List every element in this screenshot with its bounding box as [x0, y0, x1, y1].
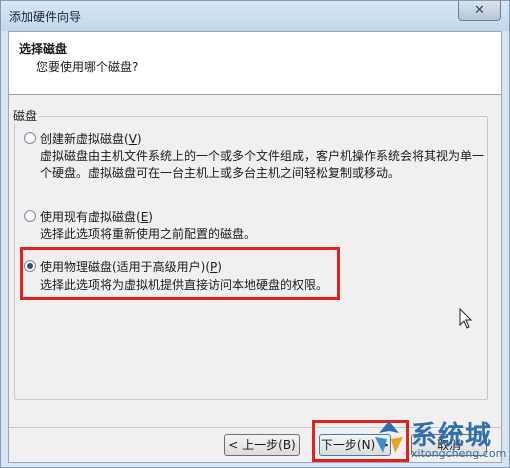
page-title: 选择磁盘	[19, 42, 68, 56]
disk-group-legend: 磁盘	[11, 107, 40, 124]
wizard-window: 添加硬件向导 ✕ 选择磁盘 您要使用哪个磁盘? 磁盘 创建新虚拟磁盘(V) 虚拟…	[0, 0, 510, 468]
mouse-cursor-icon	[459, 308, 473, 329]
brand-logo-icon	[375, 421, 403, 453]
wizard-client-area: 选择磁盘 您要使用哪个磁盘? 磁盘 创建新虚拟磁盘(V) 虚拟磁盘由主机文件系统…	[8, 31, 502, 463]
page-subtitle: 您要使用哪个磁盘?	[36, 60, 139, 74]
radio-button-icon[interactable]	[24, 210, 36, 222]
highlight-annotation-box	[20, 247, 340, 300]
radio-label-use-existing: 使用现有虚拟磁盘(E)	[40, 209, 153, 224]
desc-create-new: 虚拟磁盘由主机文件系统上的一个或多个文件组成，客户机操作系统会将其视为单一个硬盘…	[40, 149, 485, 180]
wizard-header: 选择磁盘 您要使用哪个磁盘?	[9, 32, 501, 95]
watermark-url: xitongcheng.com	[411, 447, 507, 460]
title-bar[interactable]: 添加硬件向导 ✕	[1, 1, 509, 31]
radio-label-create-new: 创建新虚拟磁盘(V)	[40, 131, 142, 146]
close-button[interactable]: ✕	[458, 1, 501, 21]
back-button[interactable]: < 上一步(B)	[224, 434, 300, 456]
desc-use-existing: 选择此选项将重新使用之前配置的磁盘。	[40, 227, 257, 241]
watermark-logo: 系统城 xitongcheng.com	[369, 413, 509, 467]
radio-use-existing-disk[interactable]: 使用现有虚拟磁盘(E)	[24, 208, 153, 224]
window-title: 添加硬件向导	[9, 10, 82, 24]
radio-create-new-disk[interactable]: 创建新虚拟磁盘(V)	[24, 130, 142, 146]
radio-button-icon[interactable]	[24, 132, 36, 144]
close-icon: ✕	[474, 3, 485, 18]
